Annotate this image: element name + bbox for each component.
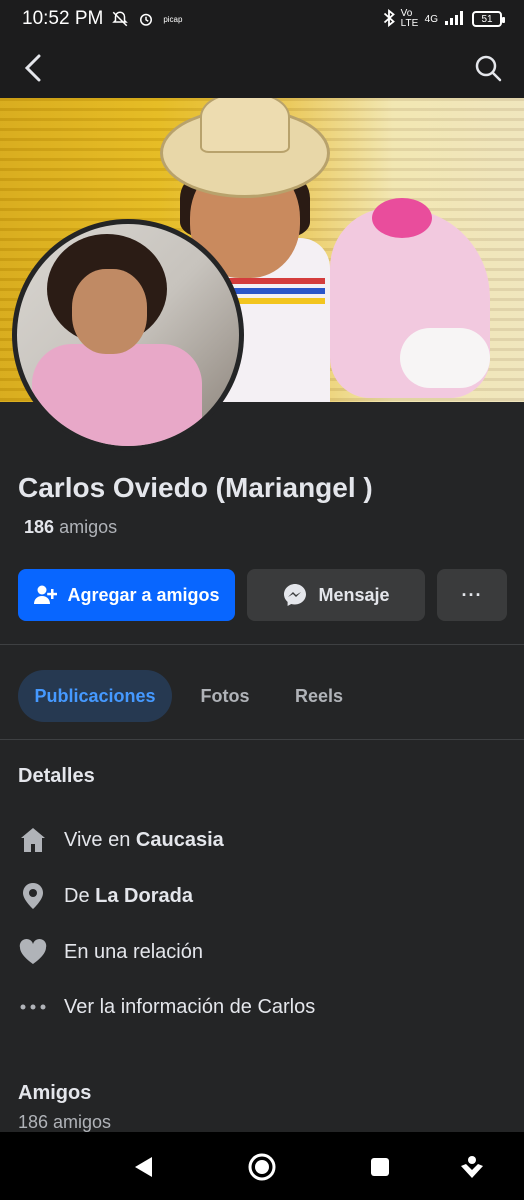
details-title: Detalles [18,765,95,787]
picap-icon: picap [163,14,183,24]
more-dots-icon [18,992,48,1022]
home-icon [18,825,48,855]
see-info-text: Ver la información de Carlos [64,995,316,1018]
status-right: Vo LTE 4G 51 [383,8,505,30]
friend-count[interactable]: 186 amigos [24,517,117,538]
detail-from[interactable]: De La Dorada [18,876,508,916]
tab-reels[interactable]: Reels [284,670,354,722]
assist-icon [461,1156,483,1178]
messenger-icon [284,584,307,606]
divider [0,644,524,645]
more-options-button[interactable]: ··· [437,569,507,621]
tab-publicaciones[interactable]: Publicaciones [18,670,172,722]
search-button[interactable] [472,52,504,84]
divider [0,739,524,740]
detail-lives-in[interactable]: Vive en Caucasia [18,820,508,860]
add-friend-button[interactable]: Agregar a amigos [18,569,235,621]
friends-count: 186 amigos [18,1112,112,1132]
add-person-icon [34,585,58,604]
back-button[interactable] [18,52,50,84]
triangle-back-icon [135,1157,152,1177]
profile-name: Carlos Oviedo (Mariangel ) [18,472,373,503]
from-prefix: De [64,884,90,907]
square-recents-icon [371,1158,389,1176]
friends-title: Amigos [18,1082,92,1104]
from-place: La Dorada [95,884,193,907]
lives-in-prefix: Vive en [64,828,131,851]
battery-icon: 51 [472,11,505,27]
message-button[interactable]: Mensaje [247,569,425,621]
status-time: 10:52 PM [22,8,104,29]
friend-count-number: 186 [24,517,55,537]
status-bar: 10:52 PM picap Vo LTE 4G 51 [0,0,524,38]
signal-icon [444,10,466,29]
profile-picture[interactable] [12,219,244,451]
chevron-left-icon [24,54,41,82]
heart-icon [18,937,48,967]
bluetooth-icon [383,8,395,30]
lives-in-place: Caucasia [135,828,224,851]
app-bar [0,38,524,98]
search-icon [475,55,502,82]
more-icon: ··· [461,584,483,605]
alarm-icon [137,10,155,28]
location-pin-icon [18,881,48,911]
volte-label: Vo LTE [400,8,419,29]
nav-home-button[interactable] [245,1150,279,1184]
friend-count-label: amigos [59,517,118,537]
system-nav-bar [0,1132,524,1200]
tab-fotos[interactable]: Fotos [190,670,260,722]
home-circle-icon [248,1153,276,1181]
mute-icon [111,10,129,28]
add-friend-label: Agregar a amigos [67,584,220,605]
nav-back-button[interactable] [126,1150,160,1184]
relationship-text: En una relación [64,940,203,963]
message-label: Mensaje [318,584,390,605]
detail-see-info[interactable]: Ver la información de Carlos [18,987,508,1027]
detail-relationship[interactable]: En una relación [18,932,508,972]
nav-recents-button[interactable] [363,1150,397,1184]
nav-assist-button[interactable] [455,1150,489,1184]
network-type-label: 4G [424,13,438,25]
